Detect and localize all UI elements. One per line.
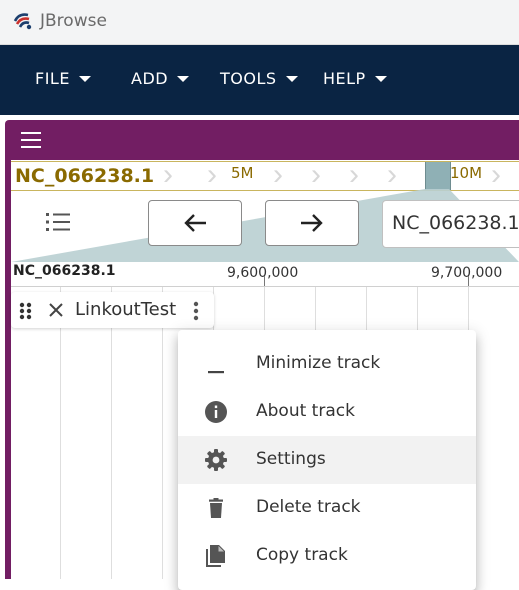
menu-bar: FILE ADD TOOLS HELP: [0, 45, 519, 115]
ruler-label: 9,700,000: [431, 265, 503, 281]
chevron-right-icon: ›: [491, 161, 501, 191]
arrow-right-icon: [301, 214, 323, 232]
chevron-right-icon: ›: [273, 161, 283, 191]
menu-help[interactable]: HELP: [323, 69, 387, 88]
overview-refname: NC_066238.1: [15, 165, 155, 187]
menu-item-label: About track: [256, 401, 355, 421]
menu-add-label: ADD: [131, 69, 169, 88]
trash-icon: [209, 498, 223, 518]
overview-tick-5m: 5M: [231, 164, 254, 182]
caret-down-icon: [78, 75, 91, 82]
menu-tools-label: TOOLS: [220, 69, 277, 88]
overview-scale-bar[interactable]: NC_066238.1 › › 5M › › › › 10M ›: [11, 161, 519, 191]
jbrowse-logo-icon: [13, 13, 32, 30]
more-vert-icon[interactable]: [193, 301, 199, 321]
menu-help-label: HELP: [323, 69, 366, 88]
menu-item-label: Minimize track: [256, 353, 381, 373]
chevron-right-icon: ›: [163, 161, 173, 191]
overview-highlight[interactable]: [425, 162, 451, 190]
ruler-label: 9,600,000: [227, 265, 299, 281]
menu-item-label: Copy track: [256, 545, 348, 565]
scroll-left-button[interactable]: [148, 200, 242, 246]
chevron-right-icon: ›: [207, 161, 217, 191]
view-menu-icon[interactable]: [21, 132, 41, 148]
close-icon[interactable]: [47, 301, 65, 319]
location-input[interactable]: NC_066238.1:9: [382, 200, 519, 248]
caret-down-icon: [177, 75, 190, 82]
menu-tools[interactable]: TOOLS: [220, 69, 298, 88]
track-label: LinkoutTest: [11, 292, 214, 328]
copy-icon: [206, 545, 225, 567]
minimize-icon: [208, 371, 224, 374]
menu-item-minimize-track[interactable]: Minimize track: [178, 340, 476, 388]
gear-icon: [205, 449, 227, 471]
view-header: [5, 120, 519, 160]
menu-item-label: Settings: [256, 449, 326, 469]
track-menu: Minimize track About track Settings Dele…: [178, 330, 476, 590]
ruler-tick: [468, 276, 469, 286]
track-selector-icon[interactable]: [44, 210, 72, 234]
menu-item-copy-track[interactable]: Copy track: [178, 532, 476, 580]
ruler-refname: NC_066238.1: [13, 263, 116, 279]
chevron-right-icon: ›: [349, 161, 359, 191]
ruler-tick: [264, 276, 265, 286]
track-name: LinkoutTest: [75, 299, 177, 320]
menu-file-label: FILE: [35, 69, 70, 88]
menu-item-label: Delete track: [256, 497, 361, 517]
title-bar: JBrowse: [0, 0, 519, 45]
chevron-right-icon: ›: [311, 161, 321, 191]
app-title: JBrowse: [40, 11, 107, 31]
ruler-divider: [11, 286, 519, 287]
divider: [0, 115, 519, 119]
menu-file[interactable]: FILE: [35, 69, 91, 88]
caret-down-icon: [285, 75, 298, 82]
drag-handle-icon[interactable]: [19, 302, 33, 320]
scroll-right-button[interactable]: [265, 200, 359, 246]
caret-down-icon: [374, 75, 387, 82]
menu-item-delete-track[interactable]: Delete track: [178, 484, 476, 532]
overview-tick-10m: 10M: [450, 164, 483, 182]
info-icon: [205, 401, 227, 423]
chevron-right-icon: ›: [387, 161, 397, 191]
menu-item-settings[interactable]: Settings: [178, 436, 476, 484]
ruler: NC_066238.1 9,600,000 9,700,000: [11, 262, 519, 286]
menu-add[interactable]: ADD: [131, 69, 190, 88]
menu-item-about-track[interactable]: About track: [178, 388, 476, 436]
arrow-left-icon: [184, 214, 206, 232]
